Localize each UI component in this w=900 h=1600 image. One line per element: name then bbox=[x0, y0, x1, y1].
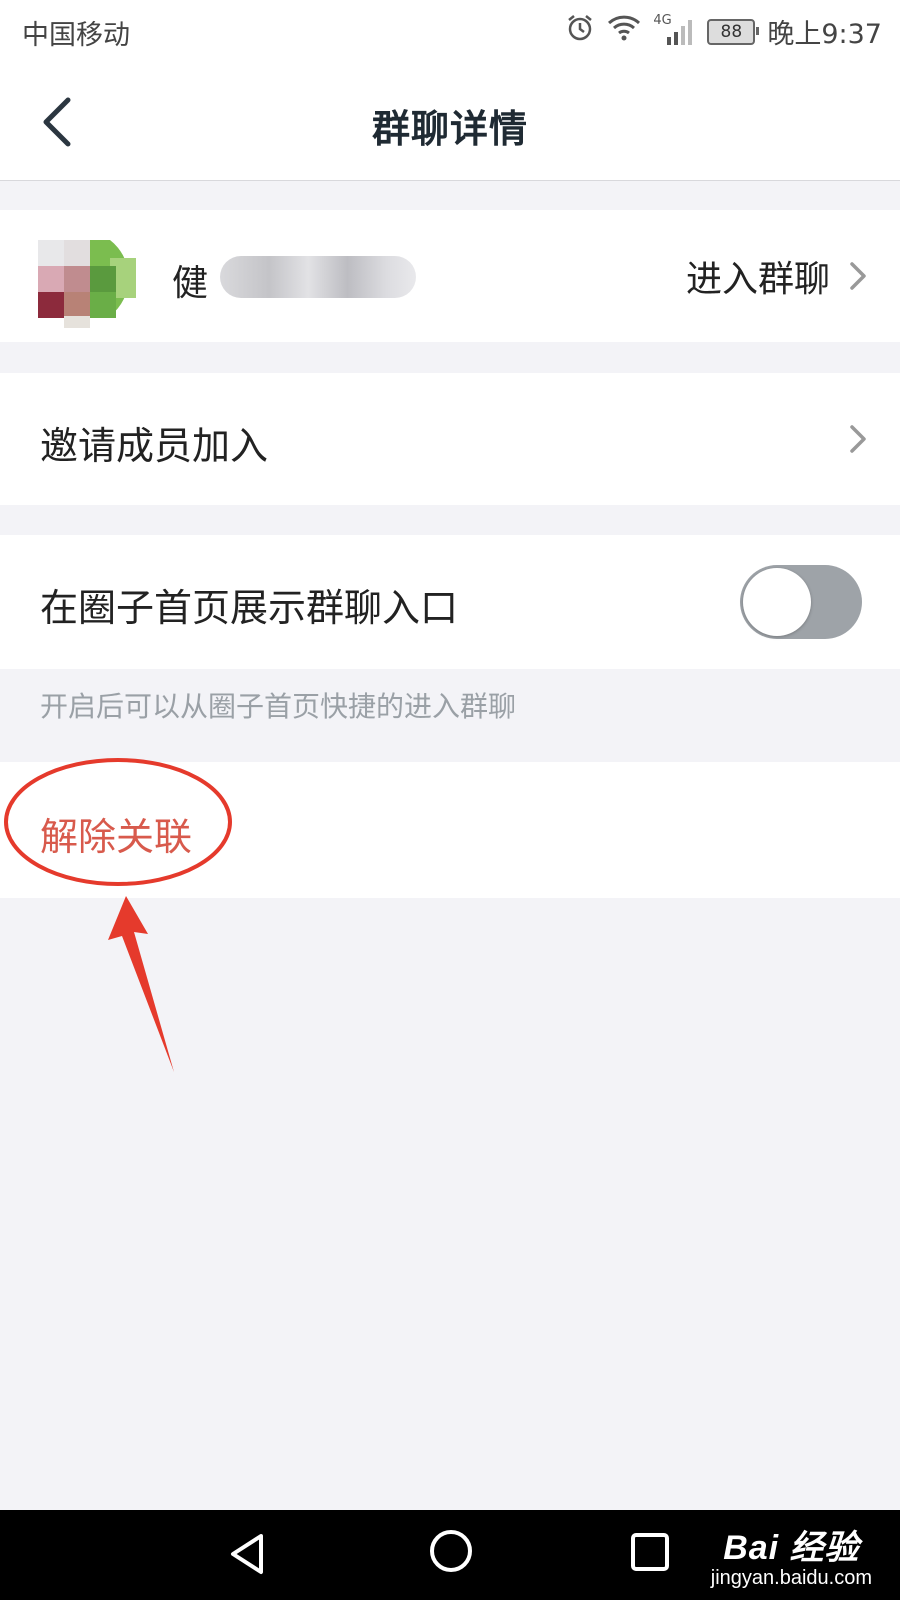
enter-group-chat-button[interactable]: 进入群聊 bbox=[686, 250, 868, 302]
baidu-jingyan-watermark: Bai 经验 jingyan.baidu.com bbox=[711, 1520, 872, 1590]
chevron-right-icon bbox=[850, 262, 866, 290]
clock-label: 晚上9:37 bbox=[767, 19, 882, 50]
redacted-group-name bbox=[220, 256, 416, 298]
system-nav-bar: Bai 经验 jingyan.baidu.com bbox=[0, 1510, 900, 1600]
show-entry-row: 在圈子首页展示群聊入口 bbox=[0, 535, 900, 669]
cellular-signal-icon: 4G bbox=[653, 13, 695, 47]
alarm-icon bbox=[565, 13, 595, 50]
carrier-label: 中国移动 bbox=[22, 20, 130, 51]
nav-home-icon[interactable] bbox=[428, 1528, 474, 1574]
watermark-url: jingyan.baidu.com bbox=[710, 1567, 872, 1589]
chevron-right-icon bbox=[850, 425, 866, 453]
show-entry-toggle[interactable] bbox=[740, 565, 862, 639]
status-icons: 4G 88 晚上9:37 bbox=[565, 12, 882, 51]
battery-level: 88 bbox=[720, 21, 743, 42]
annotation-arrow bbox=[108, 896, 174, 1072]
unlink-button[interactable]: 解除关联 bbox=[40, 806, 192, 861]
wifi-icon bbox=[607, 14, 641, 49]
group-avatar bbox=[24, 228, 140, 328]
show-entry-label: 在圈子首页展示群聊入口 bbox=[40, 586, 459, 630]
enter-group-chat-label: 进入群聊 bbox=[685, 259, 830, 300]
group-name: 健 bbox=[172, 263, 209, 304]
invite-members-label: 邀请成员加入 bbox=[40, 424, 269, 468]
nav-header: 群聊详情 bbox=[0, 62, 900, 181]
nav-recents-icon[interactable] bbox=[630, 1532, 670, 1572]
status-bar: 中国移动 4G 88 晚上9:37 bbox=[0, 0, 900, 62]
battery-icon: 88 bbox=[707, 18, 760, 45]
invite-members-row[interactable]: 邀请成员加入 bbox=[0, 373, 900, 505]
show-entry-hint: 开启后可以从圈子首页快捷的进入群聊 bbox=[40, 690, 517, 723]
unlink-row[interactable]: 解除关联 bbox=[0, 762, 900, 898]
page-title: 群聊详情 bbox=[371, 107, 528, 151]
toggle-knob bbox=[743, 568, 811, 636]
nav-back-icon[interactable] bbox=[225, 1530, 269, 1578]
group-info-row[interactable]: 健 进入群聊 bbox=[0, 210, 900, 342]
watermark-brand: Bai 经验 bbox=[723, 1529, 860, 1567]
